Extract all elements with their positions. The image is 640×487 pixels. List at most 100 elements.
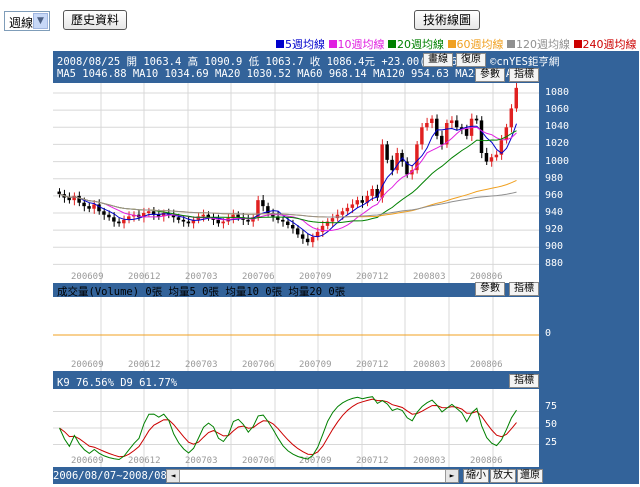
price-axis-label: 1080	[545, 87, 570, 98]
legend-swatch	[507, 40, 515, 48]
candle-body	[449, 120, 454, 123]
x-tick-label: 200612	[128, 272, 161, 282]
price-index-button[interactable]: 指標	[509, 68, 539, 82]
chart-frame: 2008/08/25 開 1063.4 高 1090.9 低 1063.7 收 …	[53, 51, 639, 484]
ma60-line	[59, 179, 517, 218]
candle-body	[390, 159, 394, 171]
candle-body	[216, 219, 220, 224]
candle-body	[355, 200, 360, 205]
volume-chart: 200609 200612 200703 200706 200709 200712 2008…	[53, 297, 539, 371]
candle-body	[305, 238, 310, 243]
period-select[interactable]: 週線 ▼	[4, 11, 50, 31]
candle-body	[489, 157, 494, 162]
price-axis-label: 940	[545, 207, 564, 218]
scroll-left-button[interactable]: ◄	[167, 470, 180, 482]
period-select-value: 週線	[9, 16, 34, 30]
candle-body	[454, 120, 459, 128]
scrollbar[interactable]: ◄ ►	[166, 469, 459, 483]
legend-swatch	[573, 40, 582, 48]
x-tick-label: 200706	[242, 272, 275, 282]
candle-body	[261, 200, 265, 207]
ma-legend: 5週均線 10週均線 20週均線 60週均線 120週均線 240週均線	[276, 36, 637, 52]
price-panel[interactable]: 200609 200612 200703 200706 200709 200712 2008…	[53, 82, 539, 283]
volume-axis-label: 0	[545, 328, 552, 339]
price-axis-label: 880	[545, 258, 564, 270]
price-axis-label: 1000	[545, 155, 570, 167]
zoom-out-button[interactable]: 縮小	[463, 469, 489, 483]
candle-body	[57, 191, 61, 195]
kd-chart: 200609 200612 200703 200706 200709 200712 2008…	[53, 389, 539, 467]
x-tick-label: 200609	[71, 272, 104, 282]
reset-button[interactable]: 還原	[517, 469, 543, 483]
legend-swatch	[328, 40, 337, 48]
draw-line-button[interactable]: 畫線	[423, 53, 453, 67]
kd-index-button[interactable]: 指標	[509, 374, 539, 388]
scroll-right-button[interactable]: ►	[445, 470, 458, 482]
x-tick-label: 200806	[470, 456, 503, 466]
candle-body	[112, 217, 116, 222]
volume-index-button[interactable]: 指標	[509, 282, 539, 296]
price-info-line2: MA5 1046.88 MA10 1034.69 MA20 1030.52 MA…	[57, 68, 513, 80]
x-tick-label: 200706	[242, 456, 275, 466]
legend-ma10: 10週均線	[328, 38, 385, 51]
candle-body	[201, 214, 206, 217]
candle-body	[246, 219, 250, 222]
price-axis-label: 900	[545, 241, 564, 253]
copyright-label: ©cnYES鉅亨網	[490, 56, 560, 68]
price-axis-label: 920	[545, 224, 564, 236]
price-axis-label: 1020	[545, 138, 570, 150]
candle-body	[281, 219, 285, 222]
x-tick-label: 200609	[71, 456, 104, 466]
x-tick-label: 200803	[413, 456, 446, 466]
legend-ma120: 120週均線	[507, 38, 570, 51]
restore-button[interactable]: 復原	[456, 53, 486, 67]
candle-body	[290, 225, 295, 229]
candle-body	[146, 211, 151, 213]
legend-swatch	[447, 40, 456, 48]
legend-ma60: 60週均線	[447, 38, 504, 51]
candle-body	[345, 207, 350, 212]
candle-body	[300, 234, 305, 239]
x-tick-label: 200806	[470, 360, 503, 370]
kd-info: K9 76.56% D9 61.77%	[57, 377, 178, 389]
candle-body	[375, 189, 379, 198]
history-button[interactable]: 歷史資料	[63, 10, 127, 30]
x-tick-label: 200609	[71, 360, 104, 370]
candle-body	[117, 221, 121, 224]
volume-panel[interactable]: 200609 200612 200703 200706 200709 200712 2008…	[53, 297, 539, 371]
legend-ma5: 5週均線	[276, 38, 325, 51]
price-info-line1: 2008/08/25 開 1063.4 高 1090.9 低 1063.7 收 …	[57, 56, 470, 68]
candle-body	[504, 127, 509, 141]
x-tick-label: 200706	[242, 360, 275, 370]
x-tick-label: 200703	[185, 272, 218, 282]
x-tick-label: 200712	[356, 360, 389, 370]
price-param-button[interactable]: 參數	[475, 68, 505, 82]
legend-ma20: 20週均線	[388, 38, 444, 51]
candle-body	[176, 217, 181, 220]
kd-panel[interactable]: 200609 200612 200703 200706 200709 200712 2008…	[53, 389, 539, 467]
price-axis-label: 1060	[545, 104, 570, 116]
tech-chart-button[interactable]: 技術線圖	[414, 10, 480, 30]
candle-body	[440, 135, 444, 145]
x-tick-label: 200709	[299, 360, 332, 370]
candle-body	[494, 154, 499, 158]
x-tick-label: 200612	[128, 456, 161, 466]
volume-param-button[interactable]: 參數	[475, 282, 505, 296]
candle-body	[330, 218, 335, 222]
candle-body	[310, 237, 315, 243]
x-tick-label: 200703	[185, 360, 218, 370]
candle-body	[385, 144, 389, 160]
kd-axis-50: 50	[545, 419, 558, 430]
candle-body	[430, 118, 434, 123]
candle-body	[82, 202, 86, 207]
candle-body	[514, 87, 518, 109]
price-chart: 200609 200612 200703 200706 200709 200712 2008…	[53, 82, 539, 283]
candle-body	[286, 221, 290, 225]
legend-swatch	[388, 40, 396, 48]
candle-body	[102, 211, 106, 215]
candle-body	[67, 197, 71, 201]
x-tick-label: 200712	[356, 272, 389, 282]
kd-axis-25: 25	[545, 437, 558, 448]
chevron-down-icon[interactable]: ▼	[33, 13, 48, 29]
zoom-in-button[interactable]: 放大	[490, 469, 516, 483]
